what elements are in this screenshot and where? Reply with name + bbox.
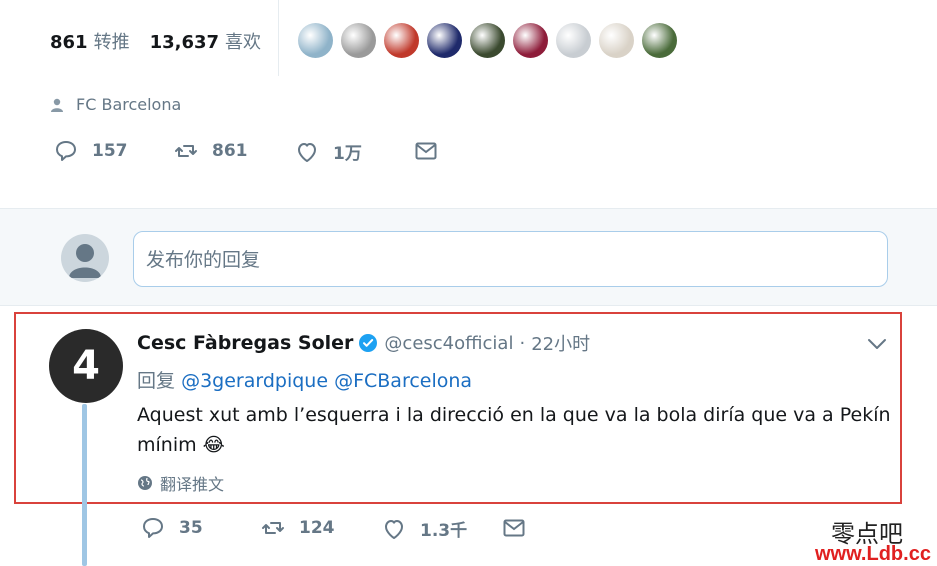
current-user-avatar[interactable] — [61, 234, 109, 282]
reply-icon — [143, 518, 163, 538]
tweet-time[interactable]: 22小时 — [531, 330, 590, 356]
watermark-url: www.Ldb.cc — [815, 543, 931, 565]
liker-avatar[interactable] — [556, 23, 591, 58]
liker-avatar[interactable] — [341, 23, 376, 58]
translate-label: 翻译推文 — [160, 475, 225, 494]
author-avatar[interactable]: 4 — [49, 329, 123, 403]
like-action[interactable]: 1万 — [295, 139, 362, 164]
heart-icon — [385, 519, 403, 539]
liker-avatar[interactable] — [298, 23, 333, 58]
tweet-text-line: mínim — [137, 434, 197, 456]
tweet-menu-button[interactable] — [866, 336, 888, 355]
message-action[interactable] — [414, 139, 452, 163]
reply-count: 157 — [92, 141, 128, 161]
stats-divider — [278, 0, 279, 76]
tweet-text-line-2: mínim 😂 — [137, 430, 892, 460]
reply-count: 35 — [179, 518, 203, 538]
liker-avatar[interactable] — [427, 23, 462, 58]
like-count: 1.3千 — [420, 521, 468, 541]
retweet-icon — [175, 145, 197, 157]
author-handle[interactable]: @cesc4official — [384, 333, 513, 354]
likes-count[interactable]: 13,637 — [150, 32, 219, 53]
location-text[interactable]: FC Barcelona — [76, 95, 181, 114]
message-action[interactable] — [502, 516, 540, 540]
liker-avatar[interactable] — [384, 23, 419, 58]
time-separator: · — [519, 332, 526, 354]
globe-icon — [138, 476, 152, 490]
retweet-count: 861 — [212, 141, 248, 161]
chevron-down-icon — [868, 339, 886, 349]
reply-to-line: 回复 @3gerardpique @FCBarcelona — [137, 366, 472, 393]
reply-input[interactable]: 发布你的回复 — [133, 231, 888, 287]
tweet-header: Cesc Fàbregas Soler @cesc4official · 22小… — [137, 330, 590, 356]
retweets-label[interactable]: 转推 — [94, 28, 130, 54]
retweets-count[interactable]: 861 — [50, 32, 88, 53]
liker-avatar[interactable] — [513, 23, 548, 58]
mention-link[interactable]: @FCBarcelona — [334, 370, 472, 392]
heart-icon — [298, 142, 316, 162]
laughing-emoji: 😂 — [202, 434, 225, 456]
reply-action[interactable]: 35 — [141, 516, 203, 540]
liker-avatar[interactable] — [470, 23, 505, 58]
translate-link[interactable]: 翻译推文 — [137, 471, 224, 495]
liker-avatar[interactable] — [642, 23, 677, 58]
retweet-icon — [262, 522, 284, 534]
retweet-action[interactable]: 124 — [261, 516, 335, 540]
thread-line — [82, 404, 87, 566]
reply-action[interactable]: 157 — [54, 139, 128, 163]
default-avatar-icon — [69, 244, 101, 278]
liker-avatar[interactable] — [599, 23, 634, 58]
reply-prefix: 回复 — [137, 370, 176, 392]
author-name[interactable]: Cesc Fàbregas Soler — [137, 332, 353, 354]
avatar-glyph: 4 — [72, 343, 100, 389]
tweet-text: Aquest xut amb l’esquerra i la direcció … — [137, 400, 892, 460]
mention-link[interactable]: @3gerardpique — [181, 370, 328, 392]
retweet-count: 124 — [299, 518, 335, 538]
person-icon — [51, 98, 63, 112]
retweet-action[interactable]: 861 — [174, 139, 248, 163]
mail-icon — [415, 142, 437, 160]
like-action[interactable]: 1.3千 — [382, 516, 467, 541]
reply-icon — [56, 141, 76, 161]
stats-row: 861 转推 13,637 喜欢 — [50, 28, 261, 54]
likes-label[interactable]: 喜欢 — [225, 28, 261, 54]
verified-badge-icon — [359, 334, 378, 352]
mail-icon — [503, 519, 525, 537]
tweet-text-line: Aquest xut amb l’esquerra i la direcció … — [137, 404, 891, 426]
location-line: FC Barcelona — [50, 95, 181, 114]
like-count: 1万 — [333, 144, 362, 164]
